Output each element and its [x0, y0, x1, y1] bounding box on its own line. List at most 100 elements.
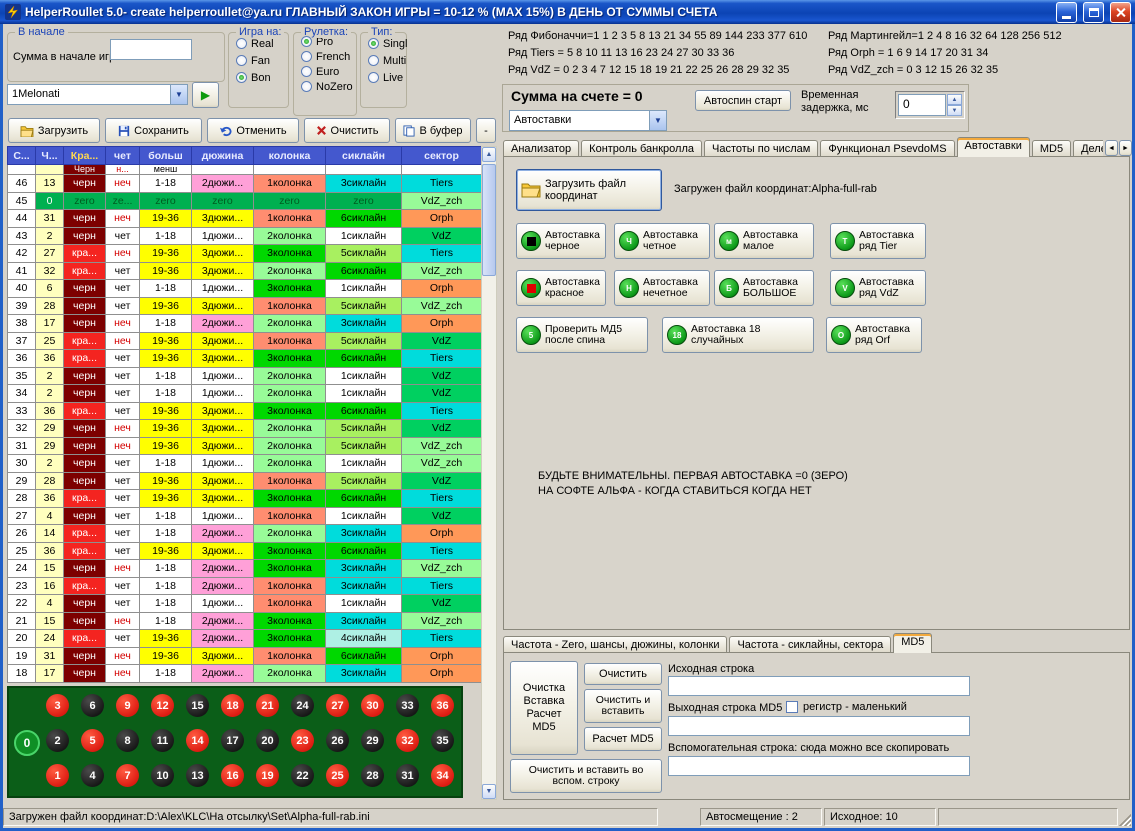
board-number-29[interactable]: 29	[361, 729, 384, 752]
output-string-input[interactable]	[668, 716, 970, 736]
board-number-30[interactable]: 30	[361, 694, 384, 717]
tab-scroll-left-button[interactable]: ◄	[1105, 140, 1118, 156]
md5-calc-button[interactable]: Расчет MD5	[584, 727, 662, 751]
table-row[interactable]: 4431черннеч19-363дюжи...1колонка6сиклайн…	[8, 210, 482, 228]
board-number-25[interactable]: 25	[326, 764, 349, 787]
table-row[interactable]: 342чернчет1-181дюжи...2колонка1сиклайнVd…	[8, 385, 482, 403]
autobet-button-автоставка-малое[interactable]: мАвтоставка малое	[714, 223, 814, 259]
table-scrollbar[interactable]: ▲ ▼	[481, 146, 497, 800]
md5-clear-and-paste-button[interactable]: Очистить и вставить	[584, 689, 662, 723]
board-number-8[interactable]: 8	[116, 729, 139, 752]
table-row[interactable]: 3229черннеч19-363дюжи...2колонка5сиклайн…	[8, 420, 482, 438]
source-string-input[interactable]	[668, 676, 970, 696]
play-button[interactable]: ▶	[192, 82, 219, 108]
table-row[interactable]: 1817черннеч1-182дюжи...2колонка3сиклайнO…	[8, 665, 482, 683]
radio-singl[interactable]: Singl	[368, 37, 406, 50]
undo-button[interactable]: Отменить	[207, 118, 299, 143]
copy-buffer-button[interactable]: В буфер	[395, 118, 471, 143]
board-number-22[interactable]: 22	[291, 764, 314, 787]
tab-анализатор[interactable]: Анализатор	[503, 140, 579, 157]
radio-live[interactable]: Live	[368, 71, 406, 84]
board-number-10[interactable]: 10	[151, 764, 174, 787]
tab-функционал-psevdoms[interactable]: Функционал PsevdoMS	[820, 140, 954, 157]
spins-table[interactable]: С...Ч...Кра...четбольшдюжинаколонкасикла…	[7, 146, 482, 683]
board-number-33[interactable]: 33	[396, 694, 419, 717]
bottom-tab-md5[interactable]: MD5	[893, 633, 932, 653]
spinner-up-button[interactable]: ▲	[947, 94, 962, 105]
board-number-35[interactable]: 35	[431, 729, 454, 752]
spinner-down-button[interactable]: ▼	[947, 105, 962, 116]
md5-clear-paste-calc-button[interactable]: Очистка Вставка Расчет MD5	[510, 661, 578, 755]
board-number-16[interactable]: 16	[221, 764, 244, 787]
table-row[interactable]: 2415черннеч1-182дюжи...3колонка3сиклайнV…	[8, 560, 482, 578]
autobet-button-автоставка-18-случайных[interactable]: 18Автоставка 18 случайных	[662, 317, 814, 353]
load-button[interactable]: Загрузить	[8, 118, 100, 143]
maximize-button[interactable]	[1083, 2, 1104, 23]
autobet-button-автоставка-ряд-orf[interactable]: OАвтоставка ряд Orf	[826, 317, 922, 353]
autobet-button-автоставка-четное[interactable]: ЧАвтоставка четное	[614, 223, 710, 259]
table-row[interactable]: 4227кра...неч19-363дюжи...3колонка5сикла…	[8, 245, 482, 263]
board-number-12[interactable]: 12	[151, 694, 174, 717]
load-coords-file-button[interactable]: Загрузить файл координат	[516, 169, 662, 211]
minus-button[interactable]: -	[476, 118, 496, 143]
tab-md5[interactable]: MD5	[1032, 140, 1071, 157]
autobet-button-автоставка-черное[interactable]: Автоставка черное	[516, 223, 606, 259]
board-number-20[interactable]: 20	[256, 729, 279, 752]
board-number-1[interactable]: 1	[46, 764, 69, 787]
board-number-28[interactable]: 28	[361, 764, 384, 787]
md5-clear-button[interactable]: Очистить	[584, 663, 662, 685]
minimize-button[interactable]	[1056, 2, 1077, 23]
board-number-18[interactable]: 18	[221, 694, 244, 717]
tab-автоставки[interactable]: Автоставки	[957, 137, 1030, 157]
board-number-15[interactable]: 15	[186, 694, 209, 717]
start-sum-input[interactable]	[110, 39, 192, 60]
autobet-button-автоставка-ряд-vdz[interactable]: VАвтоставка ряд VdZ	[830, 270, 926, 306]
autobet-button-автоставка-ряд-tier[interactable]: ТАвтоставка ряд Tier	[830, 223, 926, 259]
clear-button[interactable]: Очистить	[304, 118, 390, 143]
md5-clear-paste-aux-button[interactable]: Очистить и вставить во вспом. строку	[510, 759, 662, 793]
autospin-start-button[interactable]: Автоспин старт	[695, 90, 791, 111]
table-row[interactable]: 3725кра...неч19-363дюжи...1колонка5сикла…	[8, 332, 482, 350]
scroll-down-button[interactable]: ▼	[482, 784, 496, 799]
board-number-23[interactable]: 23	[291, 729, 314, 752]
radio-french[interactable]: French	[301, 50, 356, 63]
autobet-button-автоставка-большое[interactable]: БАвтоставка БОЛЬШОЕ	[714, 270, 814, 306]
board-number-34[interactable]: 34	[431, 764, 454, 787]
table-row[interactable]: Чернн...менш	[8, 165, 482, 175]
board-number-27[interactable]: 27	[326, 694, 349, 717]
board-number-3[interactable]: 3	[46, 694, 69, 717]
table-row[interactable]: 2115черннеч1-182дюжи...3колонка3сиклайнV…	[8, 612, 482, 630]
board-number-26[interactable]: 26	[326, 729, 349, 752]
radio-multi[interactable]: Multi	[368, 54, 406, 67]
board-number-17[interactable]: 17	[221, 729, 244, 752]
board-number-11[interactable]: 11	[151, 729, 174, 752]
board-number-31[interactable]: 31	[396, 764, 419, 787]
tab-scroll-right-button[interactable]: ►	[1119, 140, 1132, 156]
bottom-tab-частота-сиклайны-сектора[interactable]: Частота - сиклайны, сектора	[729, 636, 891, 653]
table-row[interactable]: 2928чернчет19-363дюжи...1колонка5сиклайн…	[8, 472, 482, 490]
table-row[interactable]: 3129черннеч19-363дюжи...2колонка5сиклайн…	[8, 437, 482, 455]
autobet-combo[interactable]: Автоставки ▼	[509, 110, 667, 131]
table-row[interactable]: 3636кра...чет19-363дюжи...3колонка6сикла…	[8, 350, 482, 368]
close-button[interactable]	[1110, 2, 1131, 23]
bottom-tab-частота-zero-шансы-дюжины-колонки[interactable]: Частота - Zero, шансы, дюжины, колонки	[503, 636, 727, 653]
table-row[interactable]: 2024кра...чет19-362дюжи...3колонка4сикла…	[8, 630, 482, 648]
radio-fan[interactable]: Fan	[236, 54, 288, 67]
table-row[interactable]: 3817черннеч1-182дюжи...2колонка3сиклайнO…	[8, 315, 482, 333]
table-row[interactable]: 4613черннеч1-182дюжи...1колонка3сиклайнT…	[8, 175, 482, 193]
chevron-down-icon[interactable]: ▼	[170, 85, 187, 104]
radio-nozero[interactable]: NoZero	[301, 80, 356, 93]
board-number-6[interactable]: 6	[81, 694, 104, 717]
board-number-24[interactable]: 24	[291, 694, 314, 717]
table-row[interactable]: 274чернчет1-181дюжи...1колонка1сиклайнVd…	[8, 507, 482, 525]
board-number-19[interactable]: 19	[256, 764, 279, 787]
radio-euro[interactable]: Euro	[301, 65, 356, 78]
register-checkbox[interactable]	[786, 701, 798, 713]
board-number-5[interactable]: 5	[81, 729, 104, 752]
table-row[interactable]: 406чернчет1-181дюжи...3колонка1сиклайнOr…	[8, 280, 482, 298]
autobet-button-автоставка-красное[interactable]: Автоставка красное	[516, 270, 606, 306]
radio-bon[interactable]: Bon	[236, 71, 288, 84]
delay-value[interactable]: 0	[898, 94, 946, 116]
board-number-13[interactable]: 13	[186, 764, 209, 787]
board-number-36[interactable]: 36	[431, 694, 454, 717]
